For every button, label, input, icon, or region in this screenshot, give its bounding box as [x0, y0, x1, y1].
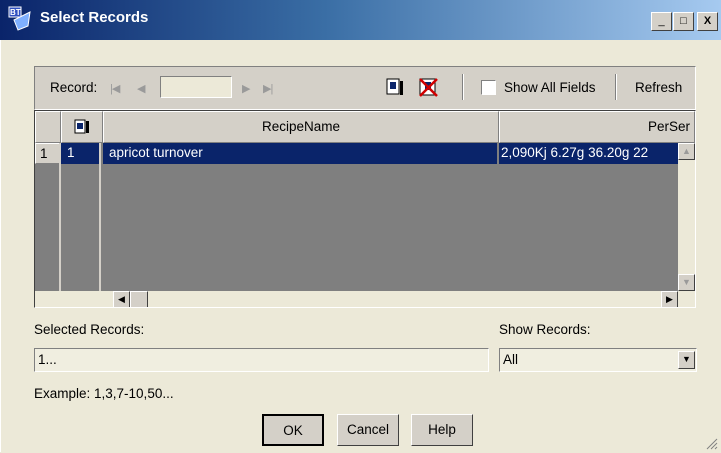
corner-header: [35, 111, 61, 143]
last-record-icon: ▶|: [263, 83, 273, 95]
horizontal-scrollbar[interactable]: ◀ ▶: [35, 291, 695, 307]
record-deselect-icon: [419, 78, 438, 97]
resize-grip-icon: [706, 438, 718, 450]
record-column-icon: [74, 119, 89, 134]
maximize-button[interactable]: □: [673, 12, 694, 31]
row-id-cell[interactable]: 1: [61, 143, 99, 164]
row-recipe-name-cell[interactable]: apricot turnover: [103, 143, 497, 164]
deselect-record-button[interactable]: [418, 78, 439, 97]
resize-grip[interactable]: [704, 436, 718, 450]
minimize-button[interactable]: _: [651, 12, 672, 31]
record-nav-bar: [34, 66, 696, 110]
help-button[interactable]: Help: [411, 414, 473, 446]
column-header-recipename[interactable]: RecipeName: [103, 111, 499, 143]
show-records-select[interactable]: All: [499, 348, 697, 372]
chevron-down-icon: ▼: [682, 354, 691, 364]
records-grid[interactable]: RecipeName PerSer 1 1 apricot turnover 2…: [34, 110, 696, 308]
prev-record-button[interactable]: ◀: [137, 82, 146, 95]
cancel-button[interactable]: Cancel: [337, 414, 399, 446]
show-all-fields-label[interactable]: Show All Fields: [504, 80, 596, 95]
show-records-label: Show Records:: [499, 322, 591, 337]
selected-records-label: Selected Records:: [34, 322, 145, 337]
refresh-button[interactable]: Refresh: [635, 80, 682, 95]
show-records-value: All: [503, 352, 519, 367]
close-icon: X: [703, 15, 712, 27]
scroll-right-button[interactable]: ▶: [661, 291, 678, 307]
grid-column-divider: [59, 143, 61, 291]
scroll-down-button[interactable]: ▼: [678, 274, 695, 291]
last-record-button[interactable]: ▶|: [263, 82, 273, 95]
close-button[interactable]: X: [697, 12, 718, 31]
show-records-dropdown-button[interactable]: ▼: [678, 351, 695, 369]
row-per-serving-cell[interactable]: 2,090Kj 6.27g 36.20g 22: [499, 143, 678, 164]
selected-records-example: Example: 1,3,7-10,50...: [34, 386, 174, 401]
record-number-input[interactable]: [160, 76, 232, 98]
app-icon: BT: [8, 6, 34, 32]
selected-records-input[interactable]: 1...: [34, 348, 489, 372]
scroll-left-button[interactable]: ◀: [113, 291, 130, 307]
select-record-button[interactable]: [386, 78, 405, 97]
column-header-perser[interactable]: PerSer: [499, 111, 695, 143]
next-record-button[interactable]: ▶: [242, 82, 251, 95]
svg-text:BT: BT: [10, 8, 21, 17]
show-all-fields-checkbox[interactable]: [481, 80, 496, 95]
scroll-up-button[interactable]: ▲: [678, 143, 695, 160]
maximize-icon: □: [680, 15, 687, 27]
next-record-icon: ▶: [242, 83, 251, 95]
select-column-header[interactable]: [61, 111, 103, 143]
vertical-scrollbar[interactable]: ▲ ▼: [678, 143, 695, 291]
ok-button[interactable]: OK: [262, 414, 324, 446]
minimize-icon: _: [658, 15, 665, 27]
row-index[interactable]: 1: [35, 143, 61, 164]
toolbar-separator: [615, 74, 617, 100]
first-record-button[interactable]: |◀: [110, 82, 120, 95]
first-record-icon: |◀: [110, 83, 120, 95]
toolbar-separator: [462, 74, 464, 100]
prev-record-icon: ◀: [137, 83, 146, 95]
horizontal-scroll-thumb[interactable]: [130, 291, 148, 307]
refresh-label: Refresh: [635, 80, 683, 95]
record-select-icon: [386, 78, 403, 95]
grid-column-divider: [99, 143, 101, 291]
record-label: Record:: [50, 80, 98, 95]
window-title: Select Records: [40, 9, 149, 26]
